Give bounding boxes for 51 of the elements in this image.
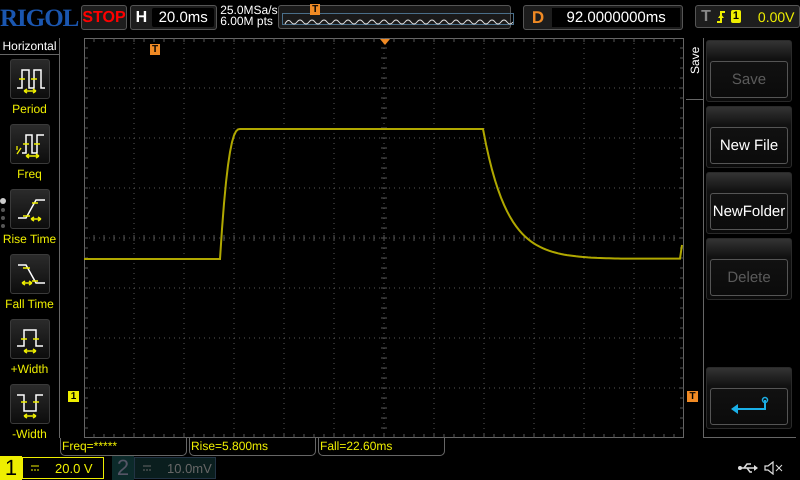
page-dot[interactable] (1, 216, 5, 220)
timebase-value: 20.0ms (152, 8, 214, 27)
trigger-box[interactable]: T 1 0.00V (695, 5, 800, 28)
channel-scale-box[interactable]: 20.0 V (22, 457, 104, 479)
mute-icon (764, 461, 784, 475)
negative-pulse-icon[interactable] (10, 384, 50, 424)
back-button[interactable] (706, 367, 792, 429)
measure-label[interactable]: Freq (17, 167, 42, 181)
trigger-marker: T (310, 4, 320, 15)
sample-rate: 25.0MSa/s (220, 5, 276, 16)
trigger-position-marker: T (150, 44, 160, 55)
rising-edge-icon[interactable] (10, 189, 50, 229)
channel-scale: 10.0mV (167, 460, 212, 476)
menu-title: Horizontal (0, 38, 59, 55)
menu-button[interactable]: New File (706, 106, 792, 168)
trigger-level-marker: T (687, 391, 698, 402)
channel-marker: 1 (68, 391, 79, 402)
usb-icon (738, 462, 758, 474)
trigger-label: T (701, 8, 711, 26)
timebase-box[interactable]: H 20.0ms (130, 5, 218, 30)
dc-coupling-icon (31, 465, 39, 471)
delay-value: 92.0000000ms (552, 8, 680, 27)
center-marker-icon (380, 39, 390, 45)
memory-depth: 6.00M pts (220, 16, 273, 27)
delay-box[interactable]: D 92.0000000ms (522, 5, 684, 30)
measure-label[interactable]: Rise Time (2, 232, 56, 246)
timebase-label: H (136, 8, 148, 26)
measure-label[interactable]: +Width (10, 362, 48, 376)
pulse-period-icon[interactable] (10, 59, 50, 99)
measure-label[interactable]: Period (12, 102, 47, 116)
dc-coupling-icon (143, 465, 151, 471)
trigger-source: 1 (730, 10, 741, 23)
measure-label[interactable]: Fall Time (5, 297, 54, 311)
delay-label: D (532, 8, 544, 28)
page-dot[interactable] (1, 208, 5, 212)
pulse-frequency-icon[interactable] (10, 124, 50, 164)
positive-pulse-icon[interactable] (10, 319, 50, 359)
measurement-readout: Rise=5.800ms (189, 438, 316, 456)
brand-logo: RIGOL (0, 6, 78, 32)
channel-scale: 20.0 V (55, 460, 93, 476)
menu-button[interactable]: NewFolder (706, 172, 792, 234)
page-dot[interactable] (1, 224, 5, 228)
page-dot[interactable] (0, 198, 6, 204)
measure-label[interactable]: -Width (12, 427, 47, 441)
run-stop-button[interactable]: STOP (81, 5, 127, 30)
channel-number[interactable]: 1 (0, 456, 22, 480)
menu-title: Save (688, 46, 702, 74)
rising-edge-icon (716, 10, 726, 24)
trigger-level: 0.00V (758, 8, 794, 24)
measurement-readout: Fall=22.60ms (318, 438, 445, 456)
falling-edge-icon[interactable] (10, 254, 50, 294)
